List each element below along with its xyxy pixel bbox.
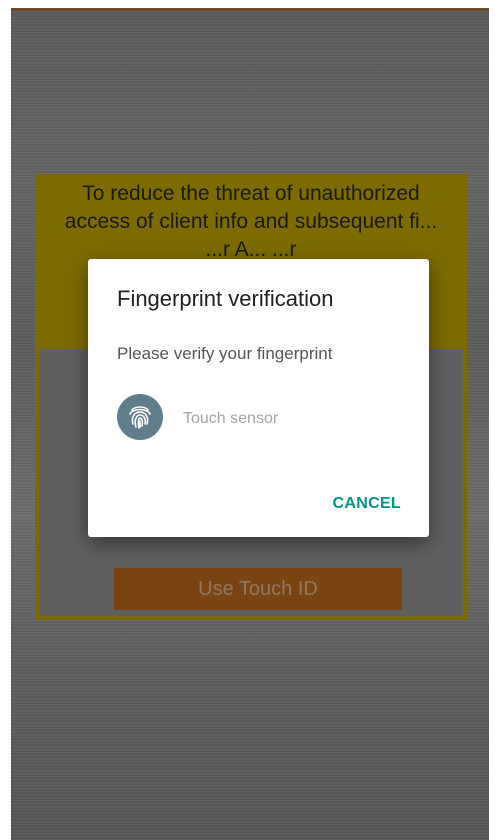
touch-sensor-label: Touch sensor: [183, 410, 279, 427]
fingerprint-dialog: Fingerprint verification Please verify y…: [88, 259, 429, 537]
use-touch-id-button[interactable]: Use Touch ID: [114, 568, 402, 610]
dialog-title: Fingerprint verification: [117, 286, 334, 311]
fingerprint-icon-graphic: [129, 406, 151, 429]
app-screen: To reduce the threat of unauthorized acc…: [11, 8, 489, 840]
dialog-message: Please verify your fingerprint: [117, 344, 333, 363]
cancel-button[interactable]: CANCEL: [333, 495, 401, 513]
fingerprint-icon: [117, 394, 163, 440]
security-message-text: To reduce the threat of unauthorized acc…: [64, 182, 438, 261]
